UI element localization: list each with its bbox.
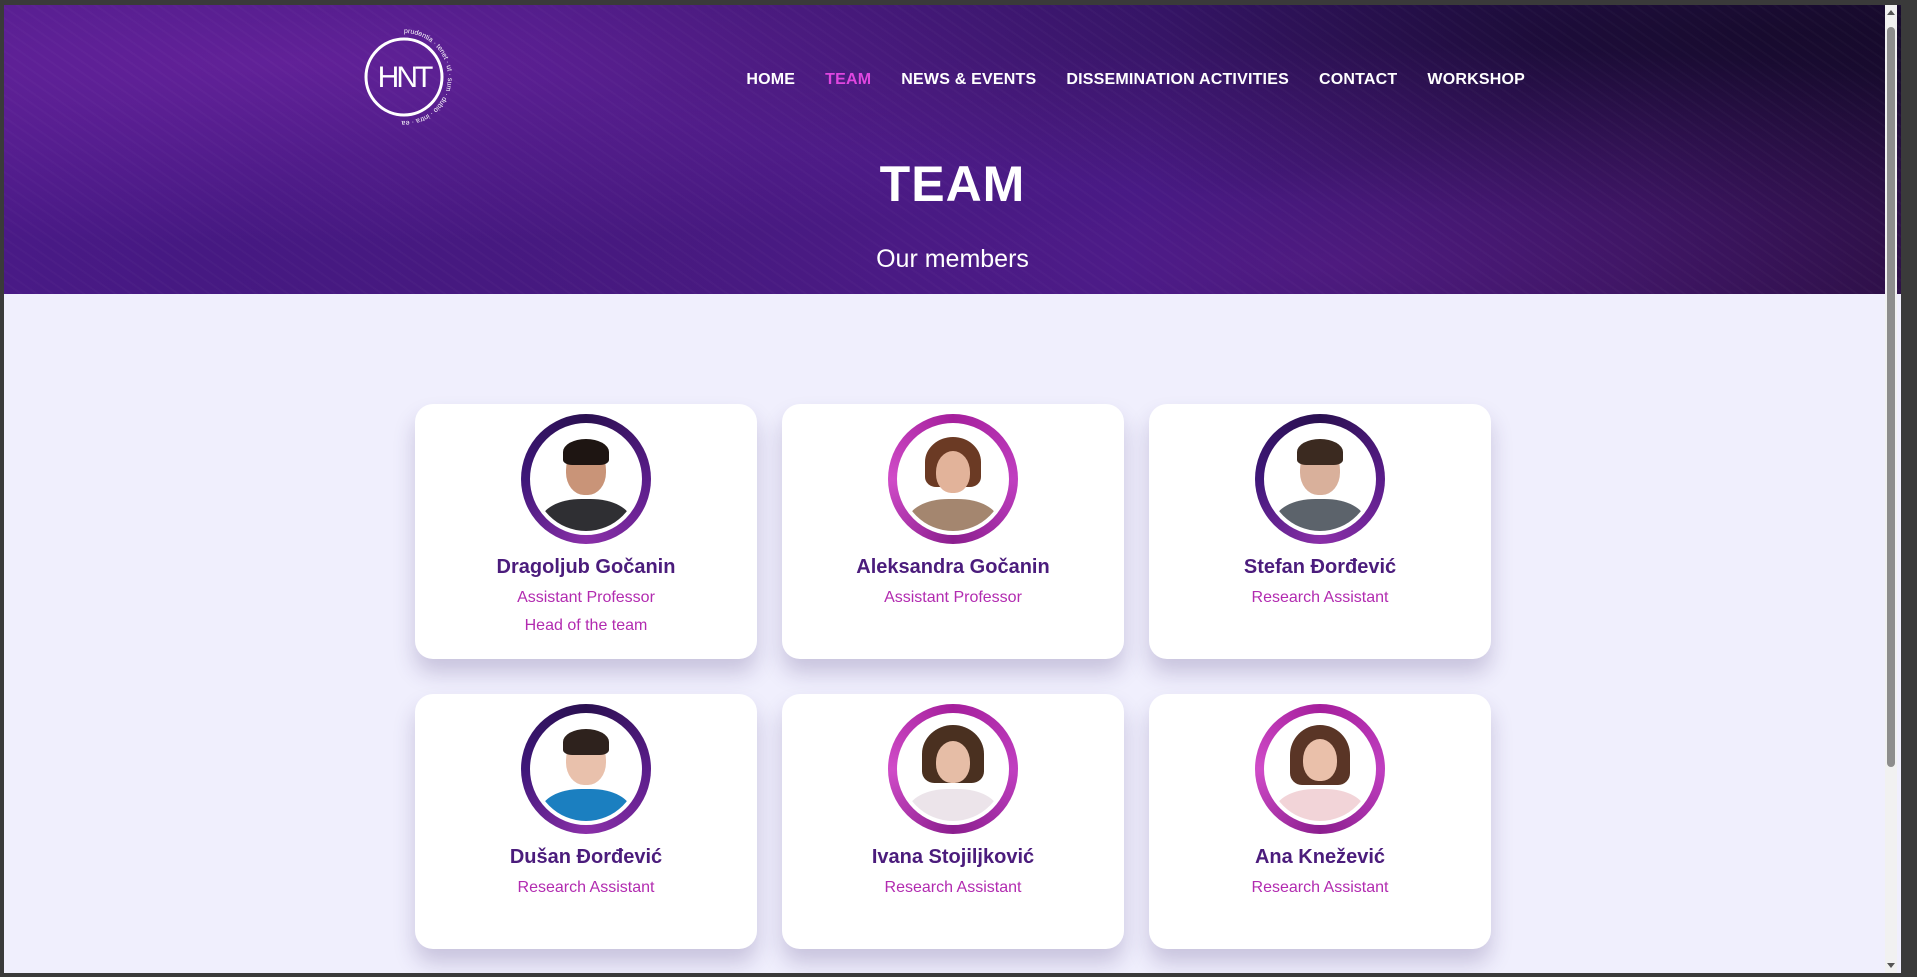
team-grid: Dragoljub Gočanin Assistant Professor He…: [415, 404, 1491, 949]
hnt-logo-icon: HNT prudentia · tenet · ut · sum · dubio…: [364, 28, 453, 126]
nav-team[interactable]: TEAM: [825, 71, 871, 89]
avatar-ring: [888, 704, 1018, 834]
avatar-ring: [1255, 704, 1385, 834]
member-name: Dragoljub Gočanin: [496, 556, 676, 578]
nav-contact[interactable]: CONTACT: [1319, 71, 1397, 89]
page-title: TEAM: [879, 156, 1026, 212]
member-photo: [897, 713, 1009, 825]
member-name: Stefan Đorđević: [1243, 556, 1397, 578]
svg-text:HNT: HNT: [378, 61, 433, 94]
member-role: Research Assistant: [1251, 589, 1389, 606]
member-name: Ivana Stojiljković: [871, 846, 1035, 868]
member-role: Research Assistant: [1251, 879, 1389, 896]
member-role: Research Assistant: [517, 879, 655, 896]
member-role: Assistant Professor: [884, 589, 1022, 606]
nav-workshop[interactable]: WORKSHOP: [1427, 71, 1525, 89]
site-logo[interactable]: HNT prudentia · tenet · ut · sum · dubio…: [352, 25, 456, 129]
nav-home[interactable]: HOME: [746, 71, 795, 89]
main-nav: HOME TEAM NEWS & EVENTS DISSEMINATION AC…: [746, 71, 1525, 89]
avatar-ring: [521, 414, 651, 544]
member-name: Ana Knežević: [1254, 846, 1386, 868]
nav-dissemination-activities[interactable]: DISSEMINATION ACTIVITIES: [1066, 71, 1289, 89]
member-card: Dragoljub Gočanin Assistant Professor He…: [415, 404, 757, 659]
member-card: Ivana Stojiljković Research Assistant: [782, 694, 1124, 949]
scroll-up-arrow-icon[interactable]: [1885, 5, 1897, 21]
member-name: Aleksandra Gočanin: [856, 556, 1050, 578]
member-role-secondary: Head of the team: [524, 617, 648, 634]
member-card: Stefan Đorđević Research Assistant: [1149, 404, 1491, 659]
avatar-ring: [888, 414, 1018, 544]
avatar-ring: [1255, 414, 1385, 544]
vertical-scrollbar[interactable]: [1885, 5, 1897, 973]
hero-banner: HNT prudentia · tenet · ut · sum · dubio…: [4, 5, 1901, 294]
page-subtitle: Our members: [876, 245, 1029, 273]
nav-news-events[interactable]: NEWS & EVENTS: [901, 71, 1036, 89]
member-photo: [1264, 423, 1376, 535]
browser-window: HNT prudentia · tenet · ut · sum · dubio…: [4, 5, 1901, 973]
scrollbar-thumb[interactable]: [1887, 27, 1895, 767]
member-role: Research Assistant: [884, 879, 1022, 896]
member-photo: [1264, 713, 1376, 825]
member-role: Assistant Professor: [517, 589, 655, 606]
avatar-ring: [521, 704, 651, 834]
scroll-down-arrow-icon[interactable]: [1885, 957, 1897, 973]
member-photo: [530, 423, 642, 535]
member-photo: [897, 423, 1009, 535]
member-card: Ana Knežević Research Assistant: [1149, 694, 1491, 949]
member-name: Dušan Đorđević: [509, 846, 663, 868]
member-card: Dušan Đorđević Research Assistant: [415, 694, 757, 949]
member-photo: [530, 713, 642, 825]
member-card: Aleksandra Gočanin Assistant Professor: [782, 404, 1124, 659]
